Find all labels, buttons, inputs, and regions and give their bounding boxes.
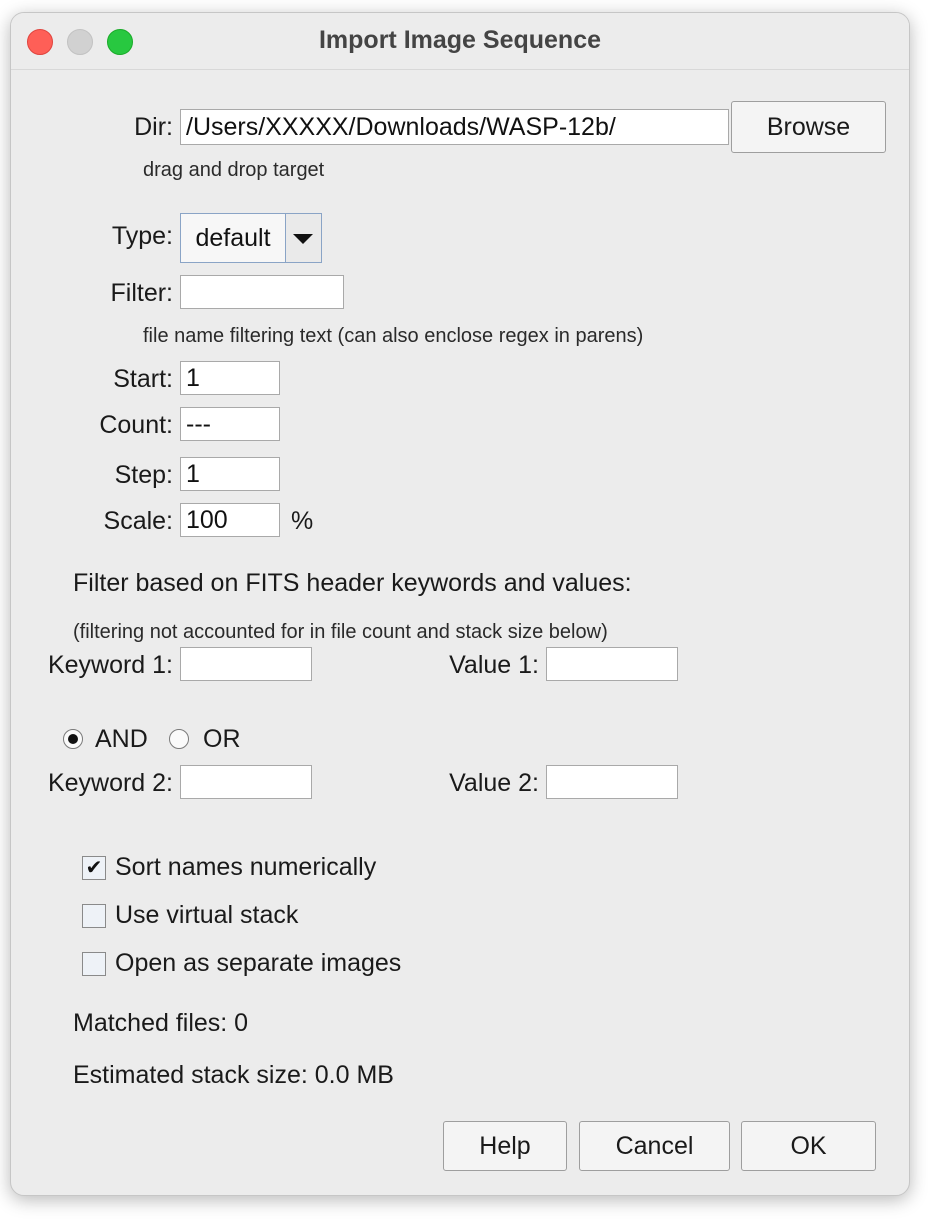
type-dropdown[interactable]: default bbox=[180, 213, 322, 263]
separate-images-label: Open as separate images bbox=[115, 949, 402, 977]
chevron-down-icon[interactable] bbox=[285, 214, 321, 262]
filter-label: Filter: bbox=[110, 279, 174, 307]
and-radio-label: AND bbox=[95, 725, 148, 753]
dir-hint: drag and drop target bbox=[143, 159, 325, 181]
stack-size-text: Estimated stack size: 0.0 MB bbox=[73, 1061, 394, 1089]
browse-button[interactable]: Browse bbox=[731, 101, 886, 153]
help-button[interactable]: Help bbox=[443, 1121, 567, 1171]
count-label: Count: bbox=[99, 411, 173, 439]
scale-input[interactable]: 100 bbox=[180, 503, 280, 537]
value1-label: Value 1: bbox=[449, 651, 539, 679]
value1-input[interactable] bbox=[546, 647, 678, 681]
sort-numerically-checkbox[interactable]: ✔ bbox=[82, 856, 106, 880]
step-input[interactable]: 1 bbox=[180, 457, 280, 491]
fits-filter-note: (filtering not accounted for in file cou… bbox=[73, 621, 608, 643]
value2-input[interactable] bbox=[546, 765, 678, 799]
or-radio-label: OR bbox=[203, 725, 241, 753]
scale-label: Scale: bbox=[103, 507, 173, 535]
value2-label: Value 2: bbox=[449, 769, 539, 797]
filter-input[interactable] bbox=[180, 275, 344, 309]
scale-unit: % bbox=[291, 507, 314, 535]
dir-input[interactable]: /Users/XXXXX/Downloads/WASP-12b/ bbox=[180, 109, 729, 145]
fits-filter-heading: Filter based on FITS header keywords and… bbox=[73, 569, 632, 597]
step-label: Step: bbox=[114, 461, 173, 489]
dir-label: Dir: bbox=[134, 113, 173, 141]
keyword1-input[interactable] bbox=[180, 647, 312, 681]
cancel-button[interactable]: Cancel bbox=[579, 1121, 730, 1171]
count-input[interactable]: --- bbox=[180, 407, 280, 441]
window-title: Import Image Sequence bbox=[318, 26, 602, 54]
import-image-sequence-dialog: Import Image Sequence Dir: /Users/XXXXX/… bbox=[10, 12, 910, 1196]
sort-numerically-label: Sort names numerically bbox=[115, 853, 377, 881]
start-label: Start: bbox=[113, 365, 173, 393]
start-input[interactable]: 1 bbox=[180, 361, 280, 395]
matched-files-text: Matched files: 0 bbox=[73, 1009, 249, 1037]
separate-images-checkbox[interactable] bbox=[82, 952, 106, 976]
type-label: Type: bbox=[111, 222, 173, 250]
filter-hint: file name filtering text (can also enclo… bbox=[143, 325, 644, 347]
ok-button[interactable]: OK bbox=[741, 1121, 876, 1171]
and-radio[interactable] bbox=[63, 729, 83, 749]
keyword2-input[interactable] bbox=[180, 765, 312, 799]
keyword1-label: Keyword 1: bbox=[47, 651, 173, 679]
keyword2-label: Keyword 2: bbox=[47, 769, 173, 797]
virtual-stack-checkbox[interactable] bbox=[82, 904, 106, 928]
type-selected-value: default bbox=[181, 214, 286, 262]
title-bar: Import Image Sequence bbox=[11, 13, 909, 70]
or-radio[interactable] bbox=[169, 729, 189, 749]
virtual-stack-label: Use virtual stack bbox=[115, 901, 299, 929]
